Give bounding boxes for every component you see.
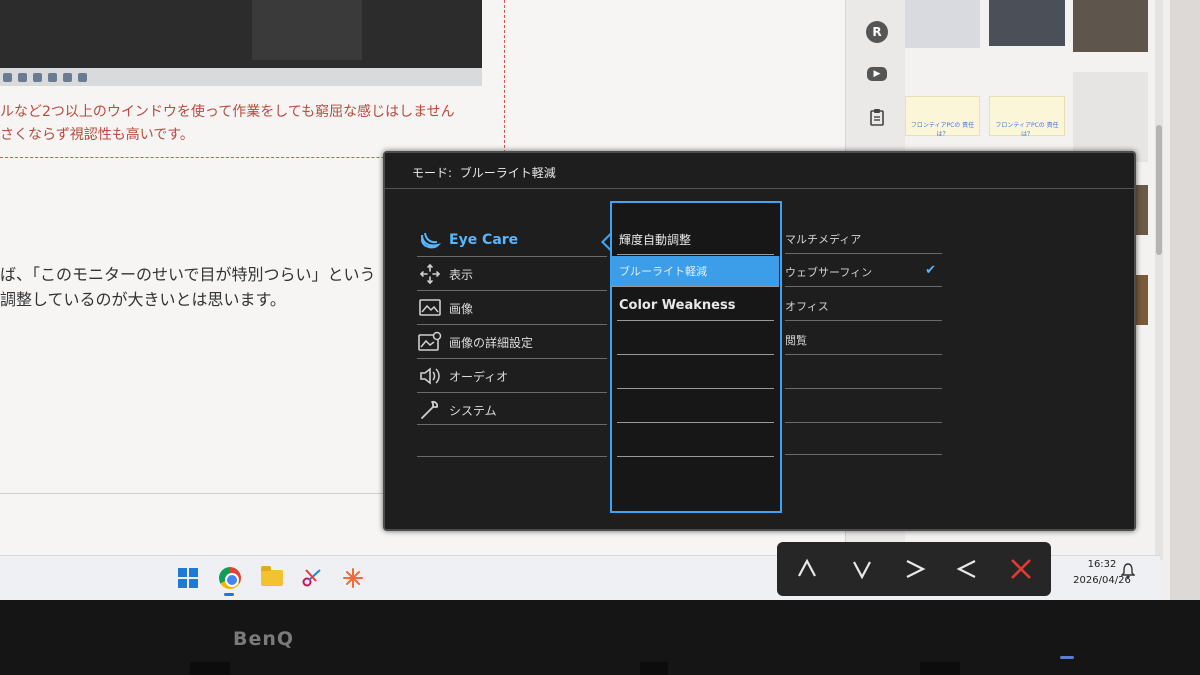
option-multimedia[interactable]: マルチメディア bbox=[785, 224, 942, 254]
submenu-empty-row bbox=[617, 392, 774, 423]
option-label: 閲覧 bbox=[785, 333, 807, 347]
chevron-down-icon bbox=[853, 561, 871, 580]
submenu-item-low-blue-light[interactable]: ブルーライト軽減 bbox=[611, 256, 779, 287]
thumbnail[interactable] bbox=[1073, 72, 1148, 162]
menu-item-label: Eye Care bbox=[449, 232, 519, 248]
thumbnail[interactable] bbox=[905, 0, 980, 48]
article-body-line-1: ば、「このモニターのせいで目が特別つらい」という bbox=[0, 265, 376, 284]
osd-header: モード: ブルーライト軽減 bbox=[385, 153, 1134, 189]
eye-care-icon bbox=[417, 229, 443, 251]
submenu-item-label: ブルーライト軽減 bbox=[619, 265, 707, 278]
chrome-icon[interactable] bbox=[218, 566, 242, 590]
clipboard-icon[interactable] bbox=[866, 106, 888, 128]
option-label: マルチメディア bbox=[785, 232, 862, 246]
up-key[interactable] bbox=[780, 542, 834, 596]
monitor-osd-menu: モード: ブルーライト軽減 Eye Care 表示 画像 画像の詳細設定 オーデ… bbox=[383, 151, 1136, 531]
close-icon bbox=[1011, 559, 1031, 579]
osd-key-guide bbox=[777, 542, 1051, 596]
brand-logo: BenQ bbox=[233, 628, 295, 650]
submenu-item-label: 輝度自動調整 bbox=[619, 232, 692, 247]
display-icon bbox=[417, 263, 443, 285]
right-key[interactable] bbox=[888, 542, 942, 596]
option-office[interactable]: オフィス bbox=[785, 291, 942, 321]
notification-bell-icon[interactable] bbox=[1120, 563, 1136, 583]
option-empty-row bbox=[785, 359, 942, 389]
exit-key[interactable] bbox=[994, 542, 1048, 596]
thumbnail[interactable] bbox=[1073, 0, 1148, 52]
article-red-line-2: さくならず視認性も高いです。 bbox=[0, 127, 194, 143]
monitor-stand bbox=[190, 662, 230, 675]
option-label: オフィス bbox=[785, 299, 829, 313]
submenu-item-color-weakness[interactable]: Color Weakness bbox=[617, 290, 774, 321]
menu-item-label: オーディオ bbox=[449, 369, 509, 384]
menu-item-eye-care[interactable]: Eye Care bbox=[417, 225, 518, 255]
thumbnail-cartoon[interactable]: フロンティアPCの 責任は？ bbox=[989, 96, 1065, 138]
menu-divider bbox=[417, 290, 607, 291]
submenu-item-auto-brightness[interactable]: 輝度自動調整 bbox=[617, 224, 774, 255]
menu-divider bbox=[417, 424, 607, 425]
monitor-bezel bbox=[0, 600, 1200, 675]
file-explorer-icon[interactable] bbox=[260, 566, 284, 590]
monitor-screen: ルなど2つ以上のウインドウを使って作業をしても窮屈な感じはしません さくならず視… bbox=[0, 0, 1200, 600]
menu-item-picture[interactable]: 画像 bbox=[417, 293, 473, 323]
power-led bbox=[1060, 656, 1074, 659]
menu-divider bbox=[417, 358, 607, 359]
osd-mode-indicator: モード: ブルーライト軽減 bbox=[412, 164, 556, 181]
chevron-right-icon bbox=[906, 560, 926, 578]
eye-care-submenu: 輝度自動調整 ブルーライト軽減 Color Weakness bbox=[610, 201, 782, 513]
menu-item-label: 表示 bbox=[449, 267, 474, 282]
active-app-indicator bbox=[224, 593, 234, 596]
menu-item-label: システム bbox=[449, 403, 497, 418]
option-empty-row bbox=[785, 393, 942, 423]
option-empty-row bbox=[785, 425, 942, 455]
thumbnail[interactable] bbox=[989, 0, 1065, 46]
scrollbar-thumb[interactable] bbox=[1156, 125, 1162, 255]
left-key[interactable] bbox=[940, 542, 994, 596]
osd-mode-value: ブルーライト軽減 bbox=[459, 166, 556, 180]
menu-divider bbox=[417, 256, 607, 257]
menu-item-audio[interactable]: オーディオ bbox=[417, 361, 508, 391]
windows-start-icon[interactable] bbox=[176, 566, 200, 590]
screen-edge bbox=[1170, 0, 1200, 600]
chevron-left-icon bbox=[956, 560, 976, 578]
menu-item-display[interactable]: 表示 bbox=[417, 259, 473, 289]
menu-item-label: 画像の詳細設定 bbox=[449, 335, 534, 350]
article-body-line-2: 調整しているのが大きいとは思います。 bbox=[0, 290, 286, 309]
menu-item-label: 画像 bbox=[449, 301, 474, 316]
menu-item-system[interactable]: システム bbox=[417, 395, 497, 425]
option-label: ウェブサーフィン bbox=[785, 265, 873, 279]
speaker-icon bbox=[417, 365, 443, 387]
app-sparkle-icon[interactable] bbox=[341, 566, 365, 590]
down-key[interactable] bbox=[835, 542, 889, 596]
menu-divider bbox=[417, 392, 607, 393]
menu-divider bbox=[417, 456, 607, 457]
checkmark-icon: ✔ bbox=[925, 263, 936, 278]
monitor-stand bbox=[920, 662, 960, 675]
picture-icon bbox=[417, 297, 443, 319]
r-app-icon[interactable]: R bbox=[866, 21, 888, 43]
page-scrollbar[interactable] bbox=[1155, 0, 1163, 560]
picture-advanced-icon bbox=[417, 331, 443, 353]
option-reading[interactable]: 閲覧 bbox=[785, 325, 942, 355]
thumbnail-cartoon[interactable]: フロンティアPCの 責任は？ bbox=[905, 96, 980, 138]
snipping-tool-icon[interactable] bbox=[300, 566, 324, 590]
menu-item-picture-advanced[interactable]: 画像の詳細設定 bbox=[417, 327, 533, 357]
article-red-line-1: ルなど2つ以上のウインドウを使って作業をしても窮屈な感じはしません bbox=[0, 104, 455, 120]
chevron-up-icon bbox=[798, 558, 816, 577]
submenu-empty-row bbox=[617, 358, 774, 389]
submenu-empty-row bbox=[617, 426, 774, 457]
option-web-surfing[interactable]: ウェブサーフィン ✔ bbox=[785, 257, 942, 287]
osd-mode-label: モード: bbox=[412, 166, 453, 180]
youtube-icon[interactable]: ▶ bbox=[866, 63, 888, 85]
menu-divider bbox=[417, 324, 607, 325]
thumbnail bbox=[905, 62, 1065, 84]
wrench-icon bbox=[417, 399, 443, 421]
submenu-empty-row bbox=[617, 324, 774, 355]
monitor-stand bbox=[640, 662, 668, 675]
submenu-item-label: Color Weakness bbox=[619, 297, 736, 313]
